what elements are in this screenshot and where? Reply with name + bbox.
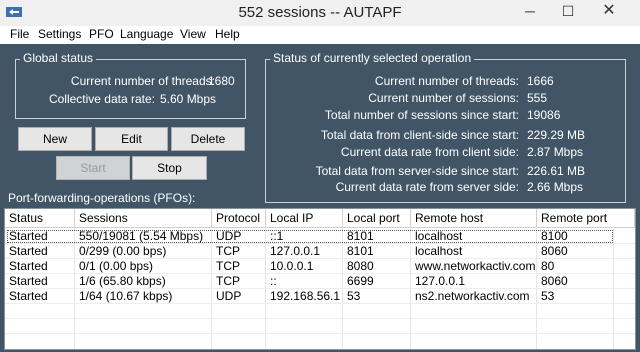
stop-button[interactable]: Stop [132, 156, 207, 180]
col-local-ip-header[interactable]: Local IP [266, 209, 343, 227]
delete-button[interactable]: Delete [171, 127, 245, 151]
cell-sessions: 0/1 (0.00 bps) [79, 259, 154, 273]
menu-view[interactable]: View [180, 27, 206, 41]
cell-sessions: 0/299 (0.00 bps) [79, 244, 167, 258]
cell-remote-host: localhost [415, 229, 463, 243]
cell-protocol: TCP [216, 259, 240, 273]
cell-sessions: 550/19081 (5.54 Mbps) [79, 229, 204, 243]
col-local-port-header[interactable]: Local port [343, 209, 411, 227]
cell-remote-host: www.networkactiv.com [415, 259, 536, 273]
edit-button[interactable]: Edit [95, 127, 168, 151]
op-sessions-label: Current number of sessions: [368, 91, 519, 105]
app-window: 552 sessions -- AUTAPF ─ ☐ ✕ File Settin… [0, 0, 640, 352]
cell-remote-host: 127.0.0.1 [415, 274, 466, 288]
global-status-group: Global status Current number of threads:… [15, 51, 246, 119]
op-threads-label: Current number of threads: [374, 74, 519, 88]
table-row[interactable]: Started 0/299 (0.00 bps) TCP 127.0.0.1 8… [5, 244, 635, 259]
start-button[interactable]: Start [56, 156, 130, 180]
cell-sessions: 1/6 (65.80 kbps) [79, 274, 166, 288]
cell-protocol: TCP [216, 244, 240, 258]
op-total-sessions-label: Total number of sessions since start: [324, 108, 519, 122]
table-row[interactable]: Started 1/64 (10.67 kbps) UDP 192.168.56… [5, 289, 635, 304]
cell-local-ip: :: [270, 274, 277, 288]
cell-status: Started [9, 244, 48, 258]
maximize-button[interactable]: ☐ [548, 0, 588, 22]
cell-local-port: 53 [347, 289, 361, 303]
cell-local-ip: 10.0.0.1 [270, 259, 314, 273]
cell-protocol: TCP [216, 274, 240, 288]
col-remote-host-header[interactable]: Remote host [411, 209, 537, 227]
cell-remote-port: 8100 [541, 229, 568, 243]
threads-label: Current number of threads: [70, 74, 215, 88]
table-header: Status Sessions Protocol Local IP Local … [5, 209, 635, 228]
op-server-total-label: Total data from server-side since start: [315, 164, 519, 178]
cell-remote-host: ns2.networkactiv.com [415, 289, 530, 303]
menu-help[interactable]: Help [215, 27, 240, 41]
cell-local-port: 6699 [347, 274, 374, 288]
cell-local-port: 8101 [347, 229, 374, 243]
cell-status: Started [9, 274, 48, 288]
op-client-rate-label: Current data rate from client side: [340, 145, 519, 159]
op-client-total-label: Total data from client-side since start: [320, 128, 519, 142]
pfo-section-label: Port-forwarding-operations (PFOs): [8, 191, 196, 205]
col-protocol-header[interactable]: Protocol [212, 209, 266, 227]
menu-pfo[interactable]: PFO [89, 27, 114, 41]
operation-status-legend: Status of currently selected operation [270, 51, 475, 65]
cell-status: Started [9, 289, 48, 303]
op-client-total-value: 229.29 MB [527, 128, 586, 142]
cell-remote-port: 53 [541, 289, 555, 303]
title-bar: 552 sessions -- AUTAPF ─ ☐ ✕ [0, 0, 640, 26]
table-row[interactable]: Started 1/6 (65.80 kbps) TCP :: 6699 127… [5, 274, 635, 289]
cell-sessions: 1/64 (10.67 kbps) [79, 289, 173, 303]
menu-settings[interactable]: Settings [38, 27, 81, 41]
op-server-total-value: 226.61 MB [527, 164, 586, 178]
rate-value: 5.60 Mbps [160, 92, 217, 106]
cell-remote-port: 8060 [541, 274, 568, 288]
cell-status: Started [9, 229, 48, 243]
pfo-table[interactable]: Status Sessions Protocol Local IP Local … [4, 208, 636, 350]
cell-local-port: 8080 [347, 259, 374, 273]
op-sessions-value: 555 [527, 91, 548, 105]
op-total-sessions-value: 19086 [527, 108, 561, 122]
table-row[interactable]: Started 550/19081 (5.54 Mbps) UDP ::1 81… [5, 229, 635, 244]
operation-status-group: Status of currently selected operation C… [265, 51, 626, 203]
cell-local-ip: 127.0.0.1 [270, 244, 321, 258]
cell-status: Started [9, 259, 48, 273]
threads-value: 1680 [208, 74, 235, 88]
menu-bar: File Settings PFO Language View Help [0, 26, 640, 44]
new-button[interactable]: New [18, 127, 92, 151]
cell-local-ip: 192.168.56.1 [270, 289, 341, 303]
global-status-legend: Global status [20, 51, 97, 65]
cell-protocol: UDP [216, 229, 242, 243]
cell-local-port: 8101 [347, 244, 374, 258]
cell-protocol: UDP [216, 289, 242, 303]
col-sessions-header[interactable]: Sessions [75, 209, 212, 227]
op-threads-value: 1666 [527, 74, 554, 88]
op-client-rate-value: 2.87 Mbps [527, 145, 584, 159]
cell-remote-port: 8060 [541, 244, 568, 258]
menu-file[interactable]: File [10, 27, 29, 41]
rate-label: Collective data rate: [48, 92, 155, 106]
close-button[interactable]: ✕ [584, 0, 634, 22]
row-separator [5, 318, 635, 319]
cell-remote-port: 80 [541, 259, 555, 273]
table-row[interactable]: Started 0/1 (0.00 bps) TCP 10.0.0.1 8080… [5, 259, 635, 274]
cell-local-ip: ::1 [270, 229, 284, 243]
cell-remote-host: localhost [415, 244, 463, 258]
row-separator [5, 333, 635, 334]
menu-language[interactable]: Language [120, 27, 173, 41]
op-server-rate-value: 2.66 Mbps [527, 180, 584, 194]
col-remote-port-header[interactable]: Remote port [537, 209, 635, 227]
minimize-button[interactable]: ─ [510, 0, 550, 22]
op-server-rate-label: Current data rate from server side: [335, 180, 519, 194]
col-status-header[interactable]: Status [5, 209, 75, 227]
